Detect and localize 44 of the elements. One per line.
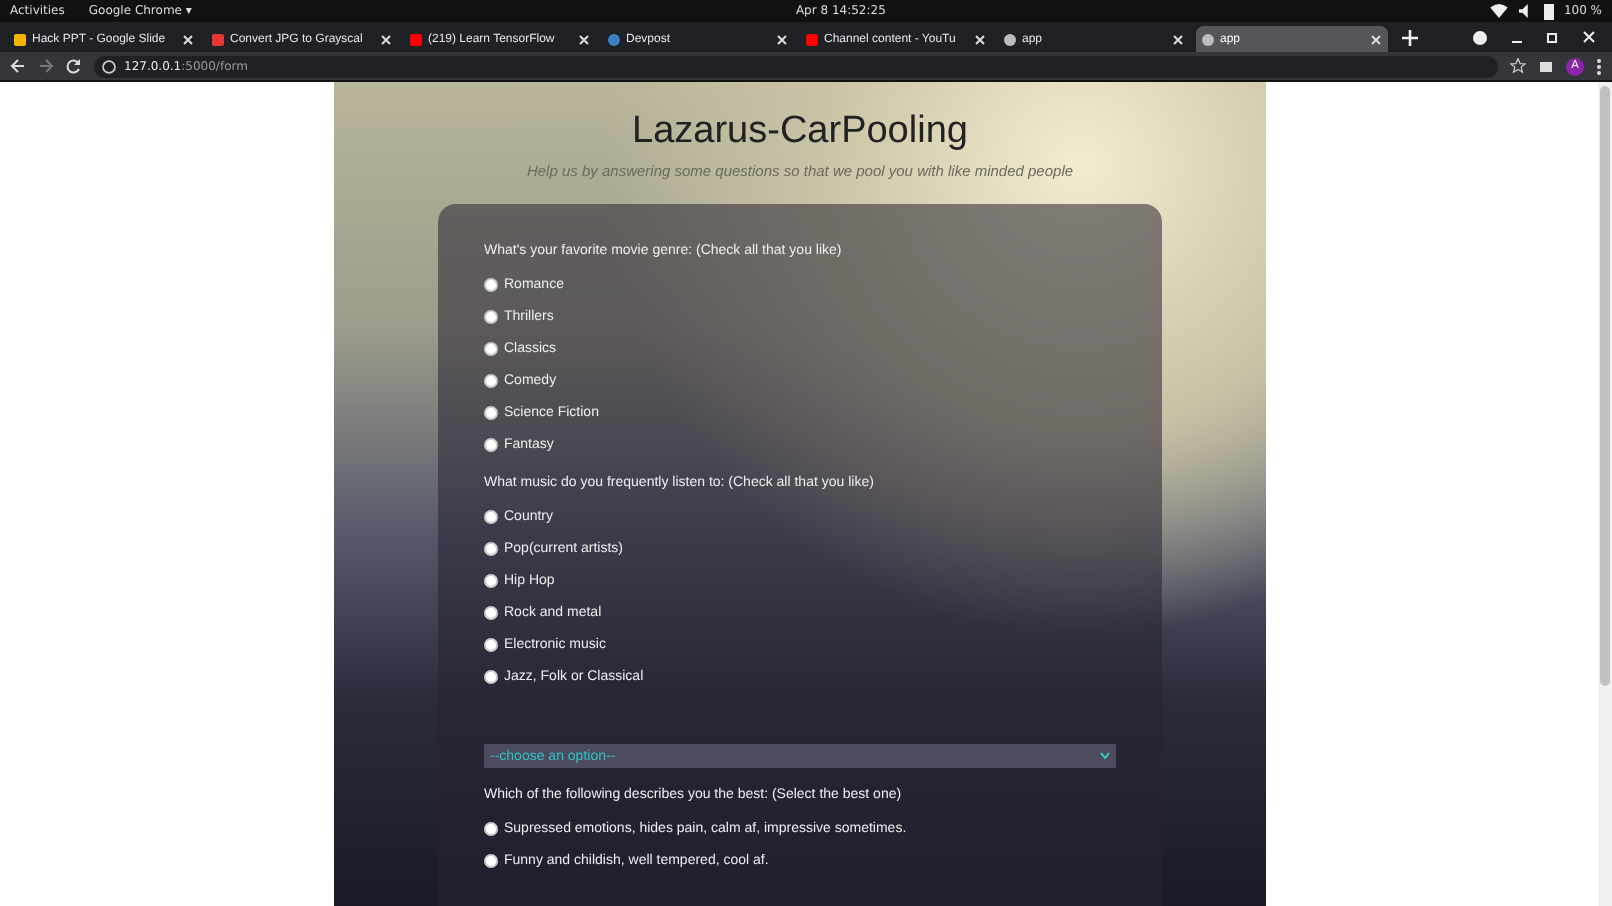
close-tab-icon[interactable] xyxy=(578,33,590,45)
favicon-icon xyxy=(1004,33,1016,45)
volume-icon[interactable] xyxy=(1517,4,1534,18)
close-icon[interactable] xyxy=(1582,30,1596,44)
checkbox[interactable] xyxy=(484,309,498,323)
forward-icon[interactable] xyxy=(38,58,54,74)
reload-icon[interactable] xyxy=(66,58,82,74)
restore-icon[interactable] xyxy=(1546,30,1560,44)
checkbox[interactable] xyxy=(484,637,498,651)
battery-icon[interactable] xyxy=(1543,3,1554,19)
checkbox[interactable] xyxy=(484,509,498,523)
back-icon[interactable] xyxy=(10,58,26,74)
scrollbar[interactable] xyxy=(1598,82,1612,906)
favicon-icon xyxy=(1202,33,1214,45)
checkbox[interactable] xyxy=(484,437,498,451)
checkbox[interactable] xyxy=(484,541,498,555)
favicon-icon xyxy=(212,33,224,45)
star-icon[interactable] xyxy=(1510,58,1526,74)
favicon-icon xyxy=(806,33,818,45)
checkbox[interactable] xyxy=(484,373,498,387)
radio-button[interactable] xyxy=(484,821,498,835)
checkbox[interactable] xyxy=(484,605,498,619)
radio-button[interactable] xyxy=(484,853,498,867)
checkbox[interactable] xyxy=(484,669,498,683)
page-title: Lazarus-CarPooling xyxy=(632,110,968,154)
checkbox[interactable] xyxy=(484,277,498,291)
close-tab-icon[interactable] xyxy=(776,33,788,45)
info-icon xyxy=(102,59,116,73)
wifi-icon[interactable] xyxy=(1489,4,1508,18)
new-tab-icon[interactable] xyxy=(1402,29,1418,45)
favicon-icon xyxy=(410,33,422,45)
close-tab-icon[interactable] xyxy=(380,33,392,45)
close-tab-icon[interactable] xyxy=(1370,33,1382,45)
chevron-down-icon xyxy=(1100,752,1110,760)
checkbox[interactable] xyxy=(484,341,498,355)
checkbox[interactable] xyxy=(484,405,498,419)
close-tab-icon[interactable] xyxy=(974,33,986,45)
close-tab-icon[interactable] xyxy=(1172,33,1184,45)
favicon-icon xyxy=(14,33,26,45)
checkbox[interactable] xyxy=(484,573,498,587)
favicon-icon xyxy=(608,33,620,45)
media-icon[interactable] xyxy=(1472,29,1488,45)
close-tab-icon[interactable] xyxy=(182,33,194,45)
menu-icon[interactable] xyxy=(1596,57,1602,75)
